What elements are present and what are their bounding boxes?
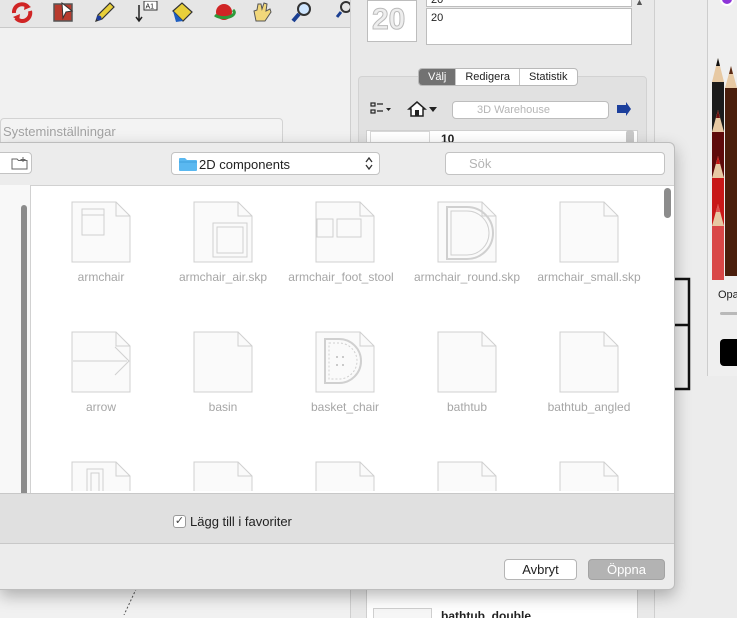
skp-file-icon bbox=[559, 331, 619, 393]
forward-arrow-icon[interactable] bbox=[617, 102, 631, 116]
component-description-field[interactable]: 20 bbox=[426, 8, 632, 45]
pencil-icon[interactable] bbox=[92, 1, 116, 23]
sidebar-pane bbox=[0, 185, 31, 527]
component-name-field[interactable]: 20 bbox=[426, 0, 632, 7]
skp-file-icon bbox=[559, 201, 619, 263]
pencil-brown-icon[interactable] bbox=[725, 66, 737, 276]
current-color-swatch[interactable] bbox=[720, 339, 737, 366]
new-folder-button[interactable] bbox=[0, 152, 32, 174]
location-label: 2D components bbox=[199, 157, 291, 172]
text-tool-label: A1 bbox=[146, 4, 155, 11]
tab-statistics[interactable]: Statistik bbox=[520, 69, 577, 85]
file-item[interactable]: arrow bbox=[31, 321, 151, 441]
file-label: armchair bbox=[77, 270, 125, 284]
open-file-dialog: 2D components Sök armchair armchair_air.… bbox=[0, 142, 675, 590]
file-item[interactable] bbox=[519, 451, 639, 491]
file-label: armchair_small.skp bbox=[537, 270, 641, 284]
file-label: armchair_foot_stool bbox=[288, 270, 394, 284]
skp-file-icon bbox=[437, 201, 497, 263]
skp-file-icon bbox=[315, 461, 375, 491]
opacity-slider[interactable] bbox=[720, 312, 737, 315]
skp-file-icon bbox=[71, 461, 131, 491]
search-input[interactable]: Sök bbox=[445, 152, 665, 175]
cancel-button[interactable]: Avbryt bbox=[504, 559, 577, 580]
file-item[interactable]: armchair_small.skp bbox=[519, 191, 641, 311]
skp-file-icon bbox=[193, 461, 253, 491]
file-label: arrow bbox=[85, 400, 116, 414]
rotate-icon[interactable] bbox=[10, 1, 34, 23]
color-wheel-icon[interactable] bbox=[720, 0, 734, 6]
component-list-bottom: bathtub_double bbox=[366, 588, 638, 618]
sidebar-scrollbar[interactable] bbox=[21, 205, 27, 527]
pencil-salmon-icon[interactable] bbox=[712, 204, 724, 280]
skp-file-icon bbox=[71, 331, 131, 393]
file-item[interactable] bbox=[31, 451, 151, 491]
colors-panel: Opacitet bbox=[707, 0, 737, 376]
file-item[interactable]: armchair bbox=[31, 191, 151, 311]
tab-edit[interactable]: Redigera bbox=[456, 69, 520, 85]
file-label: bathtub bbox=[446, 400, 488, 414]
add-to-favorites-label[interactable]: Lägg till i favoriter bbox=[190, 514, 292, 529]
opacity-label: Opacitet bbox=[718, 289, 737, 301]
paint-icon[interactable] bbox=[170, 1, 194, 23]
location-popup[interactable]: 2D components bbox=[171, 152, 380, 175]
file-item[interactable] bbox=[153, 451, 273, 491]
text-icon[interactable]: A1 bbox=[135, 0, 159, 23]
tab-select[interactable]: Välj bbox=[419, 69, 457, 85]
add-to-favorites-checkbox[interactable]: ✓ bbox=[173, 515, 186, 528]
warehouse-search-input[interactable]: 3D Warehouse bbox=[452, 101, 609, 119]
skp-file-icon bbox=[437, 331, 497, 393]
chevron-up-icon[interactable]: ▲ bbox=[635, 0, 644, 7]
file-item[interactable] bbox=[275, 451, 395, 491]
file-item[interactable]: armchair_air.skp bbox=[153, 191, 273, 311]
open-button[interactable]: Öppna bbox=[588, 559, 665, 580]
list-item-thumbnail[interactable] bbox=[373, 608, 432, 618]
model-edges bbox=[675, 277, 691, 391]
skp-file-icon bbox=[437, 461, 497, 491]
pan-icon[interactable] bbox=[250, 1, 274, 23]
skp-file-icon bbox=[193, 201, 253, 263]
chevron-updown-icon bbox=[365, 156, 373, 171]
file-scrollbar[interactable] bbox=[664, 188, 671, 218]
file-label: basket_chair bbox=[310, 400, 380, 414]
skp-file-icon bbox=[315, 331, 375, 393]
folder-icon bbox=[179, 158, 197, 171]
skp-file-icon bbox=[71, 201, 131, 263]
component-tabs: Välj Redigera Statistik bbox=[418, 68, 578, 86]
file-label: armchair_round.skp bbox=[413, 270, 521, 284]
file-item[interactable]: armchair_round.skp bbox=[397, 191, 520, 311]
file-item[interactable]: armchair_foot_stool bbox=[275, 191, 395, 311]
file-item[interactable]: basin bbox=[153, 321, 273, 441]
file-label: bathtub_angled bbox=[547, 400, 631, 414]
skp-file-icon bbox=[315, 201, 375, 263]
view-options-icon[interactable] bbox=[370, 101, 392, 117]
dialog-options: ✓ Lägg till i favoriter bbox=[0, 493, 674, 544]
file-browser: armchair armchair_air.skp armchair_foot_… bbox=[31, 185, 674, 493]
main-toolbar: A1 bbox=[0, 0, 360, 28]
system-preferences-title: Systeminställningar bbox=[3, 124, 116, 139]
zoom-icon[interactable] bbox=[290, 1, 314, 23]
file-item[interactable]: basket_chair bbox=[275, 321, 395, 441]
home-icon[interactable] bbox=[407, 100, 441, 118]
component-thumbnail: 20 bbox=[367, 0, 417, 42]
skp-file-icon bbox=[559, 461, 619, 491]
thumbnail-text: 20 bbox=[371, 3, 406, 37]
select-icon[interactable] bbox=[52, 1, 76, 23]
list-item-label[interactable]: bathtub_double bbox=[441, 609, 531, 618]
file-item[interactable]: bathtub_angled bbox=[519, 321, 639, 441]
file-item[interactable]: bathtub bbox=[397, 321, 517, 441]
skp-file-icon bbox=[193, 331, 253, 393]
file-label: basin bbox=[208, 400, 238, 414]
orbit-icon[interactable] bbox=[212, 1, 236, 23]
file-item[interactable] bbox=[397, 451, 517, 491]
new-folder-icon bbox=[11, 157, 28, 170]
